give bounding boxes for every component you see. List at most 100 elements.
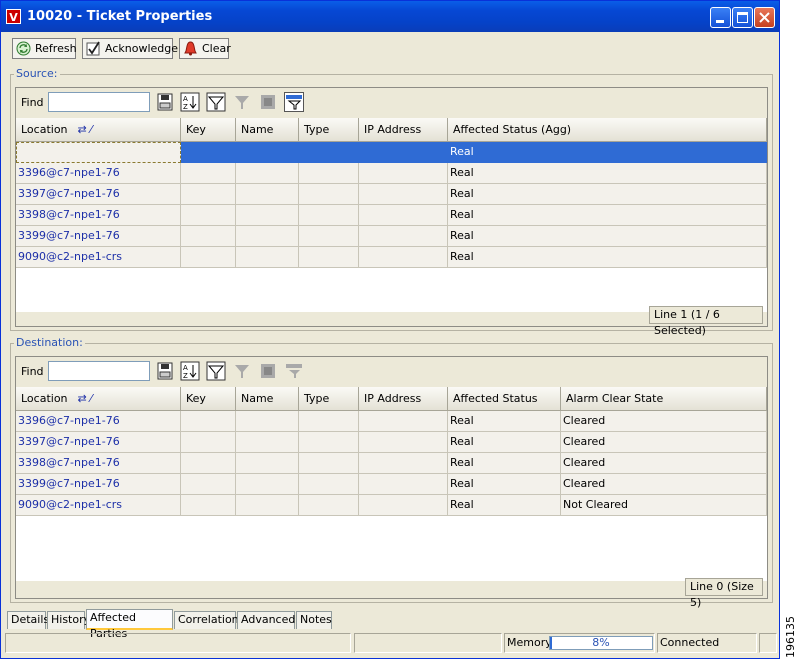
destination-col-header-6[interactable]: Alarm Clear State [561,387,767,411]
source-cell-status[interactable]: Real [448,184,767,205]
source-cell-name[interactable] [236,142,299,163]
destination-sort-icon[interactable]: AZ [180,361,200,381]
destination-cell-ip[interactable] [359,495,448,516]
source-cell-status[interactable]: Real [448,226,767,247]
source-cell-key[interactable] [181,163,236,184]
destination-col-header-3[interactable]: Type [299,387,359,411]
destination-cell-location[interactable]: 3398@c7-npe1-76 [16,453,181,474]
source-cell-location[interactable]: 3399@c7-npe1-76 [16,226,181,247]
source-col-header-2[interactable]: Name [236,118,299,142]
source-col-header-0[interactable]: Location ⇄ ⁄ [16,118,181,142]
destination-cell-name[interactable] [236,432,299,453]
destination-save-icon[interactable] [155,361,175,381]
source-cell-location[interactable]: 3398@c7-npe1-76 [16,205,181,226]
source-cell-ip[interactable] [359,226,448,247]
source-cell-ip[interactable] [359,247,448,268]
source-cell-status[interactable]: Real [448,205,767,226]
destination-cell-ip[interactable] [359,453,448,474]
source-sort-icon[interactable]: AZ [180,92,200,112]
destination-cell-status[interactable]: Real [448,495,561,516]
clear-button[interactable]: Clear [179,38,231,59]
destination-cell-key[interactable] [181,495,236,516]
source-filter-add-icon[interactable] [232,92,252,112]
destination-cell-key[interactable] [181,411,236,432]
destination-col-header-0[interactable]: Location ⇄ ⁄ [16,387,181,411]
destination-cell-location[interactable]: 3397@c7-npe1-76 [16,432,181,453]
source-cell-name[interactable] [236,205,299,226]
destination-col-header-1[interactable]: Key [181,387,236,411]
tab-notes[interactable]: Notes [296,611,332,629]
source-cell-type[interactable] [299,226,359,247]
destination-filter-clear-icon[interactable] [258,361,278,381]
source-cell-location[interactable]: 9090@c2-npe1-crs [16,247,181,268]
destination-find-input[interactable] [48,361,150,381]
destination-cell-key[interactable] [181,453,236,474]
destination-cell-type[interactable] [299,453,359,474]
source-cell-key[interactable] [181,205,236,226]
destination-cell-clear_state[interactable]: Not Cleared [561,495,767,516]
destination-cell-ip[interactable] [359,411,448,432]
acknowledge-button[interactable]: Acknowledge [82,38,178,59]
source-cell-key[interactable] [181,247,236,268]
destination-cell-clear_state[interactable]: Cleared [561,474,767,495]
source-cell-ip[interactable] [359,163,448,184]
destination-filter-icon[interactable] [206,361,226,381]
resize-grip[interactable] [759,633,777,653]
destination-cell-name[interactable] [236,495,299,516]
maximize-button[interactable] [732,7,753,28]
source-cell-ip[interactable] [359,184,448,205]
destination-cell-name[interactable] [236,411,299,432]
title-bar[interactable]: V 10020 - Ticket Properties [1,1,779,32]
destination-cell-name[interactable] [236,453,299,474]
source-cell-status[interactable]: Real [448,163,767,184]
source-cell-ip[interactable] [359,205,448,226]
destination-col-header-5[interactable]: Affected Status [448,387,561,411]
source-cell-key[interactable] [181,226,236,247]
source-col-header-4[interactable]: IP Address [359,118,448,142]
source-cell-name[interactable] [236,184,299,205]
destination-cell-key[interactable] [181,474,236,495]
close-button[interactable] [754,7,775,28]
destination-cell-clear_state[interactable]: Cleared [561,453,767,474]
tab-correlation[interactable]: Correlation [174,611,239,629]
source-cell-type[interactable] [299,247,359,268]
source-cell-ip[interactable] [359,142,448,163]
source-cell-type[interactable] [299,184,359,205]
source-cell-status[interactable]: Real [448,142,767,163]
source-cell-name[interactable] [236,226,299,247]
destination-cell-key[interactable] [181,432,236,453]
source-col-header-5[interactable]: Affected Status (Agg) [448,118,767,142]
tab-details[interactable]: Details [7,611,49,629]
source-cell-name[interactable] [236,247,299,268]
destination-cell-ip[interactable] [359,432,448,453]
source-cell-location[interactable]: 3396@c7-npe1-76 [16,163,181,184]
source-save-icon[interactable] [155,92,175,112]
destination-filter-add-icon[interactable] [232,361,252,381]
destination-cell-name[interactable] [236,474,299,495]
destination-cell-status[interactable]: Real [448,453,561,474]
source-find-input[interactable] [48,92,150,112]
destination-filter-options-icon[interactable] [284,361,304,381]
tab-advanced[interactable]: Advanced [237,611,295,629]
destination-col-header-2[interactable]: Name [236,387,299,411]
source-cell-key[interactable] [181,142,236,163]
destination-cell-status[interactable]: Real [448,411,561,432]
destination-cell-type[interactable] [299,474,359,495]
destination-cell-ip[interactable] [359,474,448,495]
source-filter-icon[interactable] [206,92,226,112]
destination-cell-location[interactable]: 3396@c7-npe1-76 [16,411,181,432]
destination-cell-location[interactable]: 3399@c7-npe1-76 [16,474,181,495]
source-cell-location[interactable]: 3397@c7-npe1-76 [16,184,181,205]
minimize-button[interactable] [710,7,731,28]
refresh-button[interactable]: Refresh [12,38,77,59]
source-cell-type[interactable] [299,205,359,226]
source-cell-status[interactable]: Real [448,247,767,268]
source-cell-name[interactable] [236,163,299,184]
destination-cell-status[interactable]: Real [448,474,561,495]
destination-cell-type[interactable] [299,432,359,453]
source-cell-location[interactable] [16,142,181,163]
destination-cell-clear_state[interactable]: Cleared [561,411,767,432]
destination-cell-type[interactable] [299,495,359,516]
source-col-header-1[interactable]: Key [181,118,236,142]
destination-cell-type[interactable] [299,411,359,432]
